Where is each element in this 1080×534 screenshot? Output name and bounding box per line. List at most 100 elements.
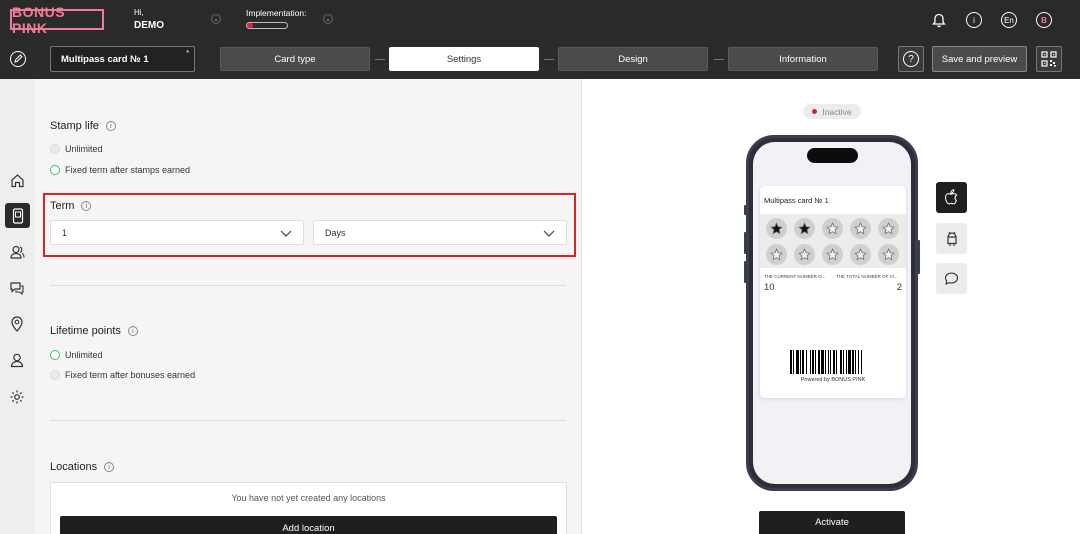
tab-design[interactable]: Design — [558, 47, 708, 71]
tab-card-type[interactable]: Card type — [220, 47, 370, 71]
option-label: Unlimited — [65, 144, 103, 154]
star-icon — [854, 248, 867, 261]
stamp-life-option-fixed[interactable]: Fixed term after stamps earned — [50, 165, 190, 175]
step-divider — [375, 59, 385, 60]
highlight-box — [43, 193, 576, 257]
step-divider — [714, 59, 724, 60]
stamp-empty — [850, 218, 871, 239]
radio-button[interactable] — [50, 144, 60, 154]
android-preview-button[interactable] — [936, 223, 967, 254]
phone-screen: Multipass card № 1 THE CURRENT NUMBER O.… — [753, 142, 911, 484]
home-icon[interactable] — [8, 171, 26, 189]
implementation-progress — [246, 22, 288, 29]
star-icon — [770, 222, 783, 235]
qr-code-button[interactable] — [1036, 46, 1062, 72]
apple-icon — [944, 189, 957, 205]
users-icon[interactable] — [8, 243, 26, 261]
star-icon — [882, 222, 895, 235]
implementation-label: Implementation: — [246, 8, 307, 18]
lifetime-points-heading: Lifetime points i — [50, 325, 138, 337]
language-button[interactable]: En — [1001, 12, 1017, 28]
stamp-filled — [766, 218, 787, 239]
stamp-life-heading: Stamp life i — [50, 120, 116, 132]
stamp-filled — [794, 218, 815, 239]
apple-preview-button[interactable] — [936, 182, 967, 213]
star-icon — [826, 222, 839, 235]
stamp-empty — [878, 244, 899, 265]
info-icon[interactable]: i — [104, 462, 115, 472]
locations-empty-text: You have not yet created any locations — [231, 493, 386, 503]
user-menu-chevron-icon[interactable]: ⌄ — [211, 14, 221, 24]
status-badge: Inactive — [803, 104, 861, 119]
help-button[interactable]: ? — [898, 46, 924, 72]
info-icon[interactable]: i — [105, 121, 116, 131]
implementation-chevron-icon[interactable]: ⌄ — [323, 14, 333, 24]
stamp-empty — [822, 244, 843, 265]
bell-icon[interactable] — [931, 12, 947, 28]
star-icon — [882, 248, 895, 261]
card-icon[interactable] — [5, 203, 30, 228]
card-name-value: Multipass card № 1 — [61, 53, 149, 65]
phone-notch — [807, 148, 858, 163]
add-location-button[interactable]: Add location — [60, 516, 557, 534]
message-preview-button[interactable] — [936, 263, 967, 294]
user-greeting: Hi, DEMO — [134, 8, 164, 31]
edit-icon[interactable] — [10, 51, 26, 67]
stamp-empty — [878, 218, 899, 239]
radio-button[interactable] — [50, 370, 60, 380]
field-label: THE CURRENT NUMBER O... — [764, 274, 826, 279]
logo[interactable]: BONUS PINK — [10, 4, 104, 36]
user-name: DEMO — [134, 20, 164, 31]
wallet-pass: Multipass card № 1 THE CURRENT NUMBER O.… — [760, 186, 906, 398]
question-icon: ? — [903, 51, 919, 67]
star-icon — [854, 222, 867, 235]
settings-icon[interactable] — [8, 388, 26, 406]
settings-panel — [35, 79, 582, 534]
stamp-life-option-unlimited[interactable]: Unlimited — [50, 144, 103, 154]
tab-settings[interactable]: Settings — [389, 47, 539, 71]
locations-box: You have not yet created any locations A… — [50, 482, 567, 534]
option-label: Fixed term after bonuses earned — [65, 370, 196, 380]
field-value: 10 — [764, 282, 775, 293]
sidebar — [0, 79, 35, 534]
android-icon — [946, 231, 957, 246]
star-icon — [770, 248, 783, 261]
stamp-grid — [760, 214, 906, 268]
status-text: Inactive — [822, 106, 852, 117]
stamp-empty — [850, 244, 871, 265]
lifetime-option-unlimited[interactable]: Unlimited — [50, 350, 103, 360]
activate-button[interactable]: Activate — [759, 511, 905, 534]
qr-code-icon — [1041, 51, 1057, 67]
info-icon[interactable]: i — [966, 12, 982, 28]
lifetime-option-fixed[interactable]: Fixed term after bonuses earned — [50, 370, 195, 380]
profile-icon[interactable] — [8, 351, 26, 369]
tab-information[interactable]: Information — [728, 47, 878, 71]
star-icon — [798, 248, 811, 261]
stamp-empty — [822, 218, 843, 239]
star-icon — [798, 222, 811, 235]
avatar[interactable]: B — [1036, 12, 1052, 28]
step-divider — [544, 59, 554, 60]
locations-title: Locations — [50, 461, 98, 473]
status-dot — [812, 109, 818, 114]
option-label: Fixed term after stamps earned — [65, 165, 191, 175]
greeting-text: Hi, — [134, 8, 144, 17]
divider — [50, 420, 566, 421]
locations-heading: Locations i — [50, 461, 115, 473]
card-name-input[interactable]: Multipass card № 1 * — [50, 46, 195, 72]
radio-button-selected[interactable] — [50, 350, 60, 360]
field-label: THE TOTAL NUMBER OF VI... — [836, 274, 898, 279]
required-mark: * — [186, 50, 189, 57]
radio-button-selected[interactable] — [50, 165, 60, 175]
stamp-empty — [766, 244, 787, 265]
powered-by-text: Powered by BONUS PINK — [800, 377, 866, 383]
stamp-empty — [794, 244, 815, 265]
pass-title: Multipass card № 1 — [764, 196, 829, 205]
star-icon — [826, 248, 839, 261]
chat-icon[interactable] — [8, 279, 26, 297]
info-icon[interactable]: i — [127, 326, 138, 336]
location-icon[interactable] — [8, 315, 26, 333]
barcode — [790, 350, 878, 374]
save-and-preview-button[interactable]: Save and preview — [932, 46, 1027, 72]
option-label: Unlimited — [65, 350, 103, 360]
